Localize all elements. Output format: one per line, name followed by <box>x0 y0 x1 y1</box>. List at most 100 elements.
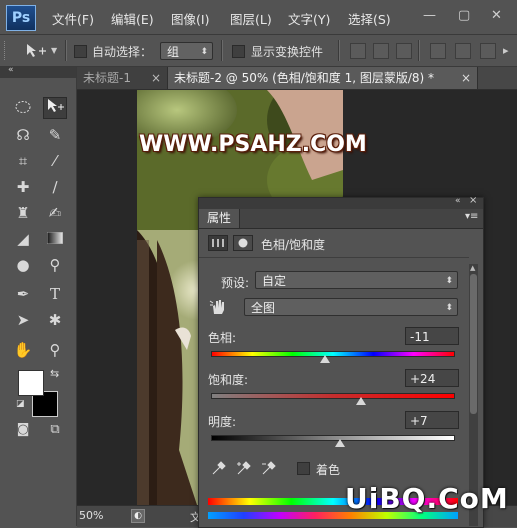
options-separator <box>418 40 420 61</box>
adjustment-layer-icon[interactable] <box>208 235 228 251</box>
clone-stamp-tool-icon[interactable]: ♜ <box>11 202 35 224</box>
tab-label: 未标题-2 @ 50% (色相/饱和度 1, 图层蒙版/8) * <box>174 71 435 85</box>
preset-dropdown[interactable]: 自定 ⬍ <box>255 271 458 289</box>
brush-tool-icon[interactable]: ∕ <box>43 176 67 198</box>
quick-selection-tool-icon[interactable]: ✎ <box>43 124 67 146</box>
tab-document-2[interactable]: 未标题-2 @ 50% (色相/饱和度 1, 图层蒙版/8) * × <box>168 67 478 89</box>
gradient-tool-icon[interactable] <box>43 228 67 250</box>
path-selection-tool-icon[interactable]: ➤ <box>11 309 35 331</box>
blur-tool-icon[interactable]: ● <box>11 254 35 276</box>
default-colors-icon[interactable]: ◪ <box>16 399 25 409</box>
lightness-input[interactable]: +7 <box>405 411 459 429</box>
align-top-icon[interactable] <box>350 43 366 59</box>
menu-select[interactable]: 选择(S) <box>348 9 391 28</box>
saturation-slider-thumb[interactable] <box>356 397 367 405</box>
channel-value: 全图 <box>251 301 276 315</box>
menu-edit[interactable]: 编辑(E) <box>111 9 154 28</box>
auto-select-checkbox[interactable] <box>74 45 87 58</box>
document-info-icon[interactable]: ◐ <box>131 509 145 523</box>
saturation-input[interactable]: +24 <box>405 369 459 387</box>
tab-label: 未标题-1 <box>83 71 131 85</box>
align-left-icon[interactable] <box>430 43 446 59</box>
close-panel-icon[interactable]: × <box>469 195 477 206</box>
hand-tool-icon[interactable]: ✋ <box>11 339 35 361</box>
properties-panel: « × 属性 ▾≡ 色相/饱和度 预设: 自定 ⬍ 全图 ⬍ 色相: -11 饱… <box>198 195 484 528</box>
colorize-checkbox[interactable] <box>297 462 310 475</box>
collapse-icon[interactable]: « <box>8 65 14 75</box>
minimize-button[interactable]: — <box>423 8 436 23</box>
tool-preset-dropdown-icon[interactable]: ▼ <box>51 46 57 55</box>
align-bottom-icon[interactable] <box>396 43 412 59</box>
options-grip <box>4 41 8 60</box>
history-brush-tool-icon[interactable]: ✍ <box>43 202 67 224</box>
targeted-adjustment-hand-icon[interactable] <box>209 298 227 316</box>
updown-arrows-icon: ⬍ <box>445 276 453 286</box>
tools-panel-header: « <box>0 65 76 78</box>
align-right-icon[interactable] <box>480 43 496 59</box>
tab-document-1[interactable]: 未标题-1 × <box>77 67 168 89</box>
show-transform-checkbox[interactable] <box>232 45 245 58</box>
saturation-slider-track[interactable] <box>211 393 455 399</box>
pen-tool-icon[interactable]: ✒ <box>11 283 35 305</box>
quick-mask-icon[interactable]: ◙ <box>11 419 35 441</box>
dodge-tool-icon[interactable]: ⚲ <box>43 254 67 276</box>
foreground-color-swatch[interactable] <box>18 370 44 396</box>
document-tabs: 未标题-1 × 未标题-2 @ 50% (色相/饱和度 1, 图层蒙版/8) *… <box>77 67 517 90</box>
healing-brush-tool-icon[interactable]: ✚ <box>11 176 35 198</box>
zoom-tool-icon[interactable]: ⚲ <box>43 339 67 361</box>
show-transform-label: 显示变换控件 <box>251 45 324 59</box>
hue-slider-thumb[interactable] <box>319 355 330 363</box>
options-separator <box>221 40 223 61</box>
menu-image[interactable]: 图像(I) <box>171 9 209 28</box>
hue-input[interactable]: -11 <box>405 327 459 345</box>
align-horizontal-center-icon[interactable] <box>455 43 471 59</box>
hue-slider-track[interactable] <box>211 351 455 357</box>
type-tool-icon[interactable]: T <box>43 283 67 305</box>
channel-dropdown[interactable]: 全图 ⬍ <box>244 298 458 316</box>
updown-arrows-icon: ⬍ <box>445 303 453 313</box>
tab-properties[interactable]: 属性 <box>199 209 241 228</box>
options-bar: ▼ 自动选择： 组 ⬍ 显示变换控件 ▸ <box>0 35 517 67</box>
zoom-level[interactable]: 50% <box>79 509 103 522</box>
lasso-tool-icon[interactable]: ☊ <box>11 124 35 146</box>
swap-colors-icon[interactable]: ⇆ <box>50 367 59 380</box>
auto-select-label: 自动选择： <box>92 45 153 59</box>
panel-menu-icon[interactable]: ▾≡ <box>465 211 478 222</box>
custom-shape-tool-icon[interactable]: ✱ <box>43 309 67 331</box>
eyedropper-icon[interactable] <box>211 460 227 476</box>
close-window-button[interactable]: ✕ <box>491 8 502 23</box>
menu-file[interactable]: 文件(F) <box>52 9 94 28</box>
collapse-panel-icon[interactable]: « <box>455 196 461 206</box>
tab-close-icon[interactable]: × <box>151 67 161 89</box>
move-tool-icon[interactable] <box>43 97 67 119</box>
marquee-tool-icon[interactable] <box>11 98 35 120</box>
screen-mode-icon[interactable]: ⧉ <box>43 419 67 441</box>
tab-close-icon[interactable]: × <box>461 67 471 89</box>
preset-label: 预设: <box>221 276 250 290</box>
crop-tool-icon[interactable]: ⌗ <box>11 150 35 172</box>
auto-select-dropdown[interactable]: 组 ⬍ <box>160 42 213 60</box>
panel-tab-row: 属性 ▾≡ <box>199 209 483 229</box>
menu-type[interactable]: 文字(Y) <box>288 9 330 28</box>
menu-bar: Ps 文件(F) 编辑(E) 图像(I) 图层(L) 文字(Y) 选择(S) —… <box>0 0 517 35</box>
panel-header: « × <box>199 195 483 209</box>
more-options-icon[interactable]: ▸ <box>503 44 509 57</box>
scroll-up-icon[interactable]: ▲ <box>470 264 475 272</box>
eyedropper-subtract-icon[interactable] <box>261 460 277 476</box>
auto-select-value: 组 <box>167 45 180 59</box>
lightness-label: 明度: <box>208 415 237 429</box>
lightness-slider-thumb[interactable] <box>335 439 346 447</box>
menu-layer[interactable]: 图层(L) <box>230 9 272 28</box>
align-vertical-center-icon[interactable] <box>373 43 389 59</box>
hue-label: 色相: <box>208 331 237 345</box>
scrollbar-thumb[interactable] <box>470 274 477 414</box>
eraser-tool-icon[interactable]: ◢ <box>11 228 35 250</box>
restore-button[interactable]: ▢ <box>458 8 470 23</box>
move-tool-icon[interactable] <box>25 43 47 59</box>
photoshop-logo: Ps <box>6 5 36 31</box>
lightness-slider-track[interactable] <box>211 435 455 441</box>
eyedropper-add-icon[interactable] <box>236 460 252 476</box>
eyedropper-tool-icon[interactable]: ⁄ <box>43 150 67 172</box>
layer-mask-icon[interactable] <box>233 235 253 251</box>
options-separator <box>338 40 340 61</box>
